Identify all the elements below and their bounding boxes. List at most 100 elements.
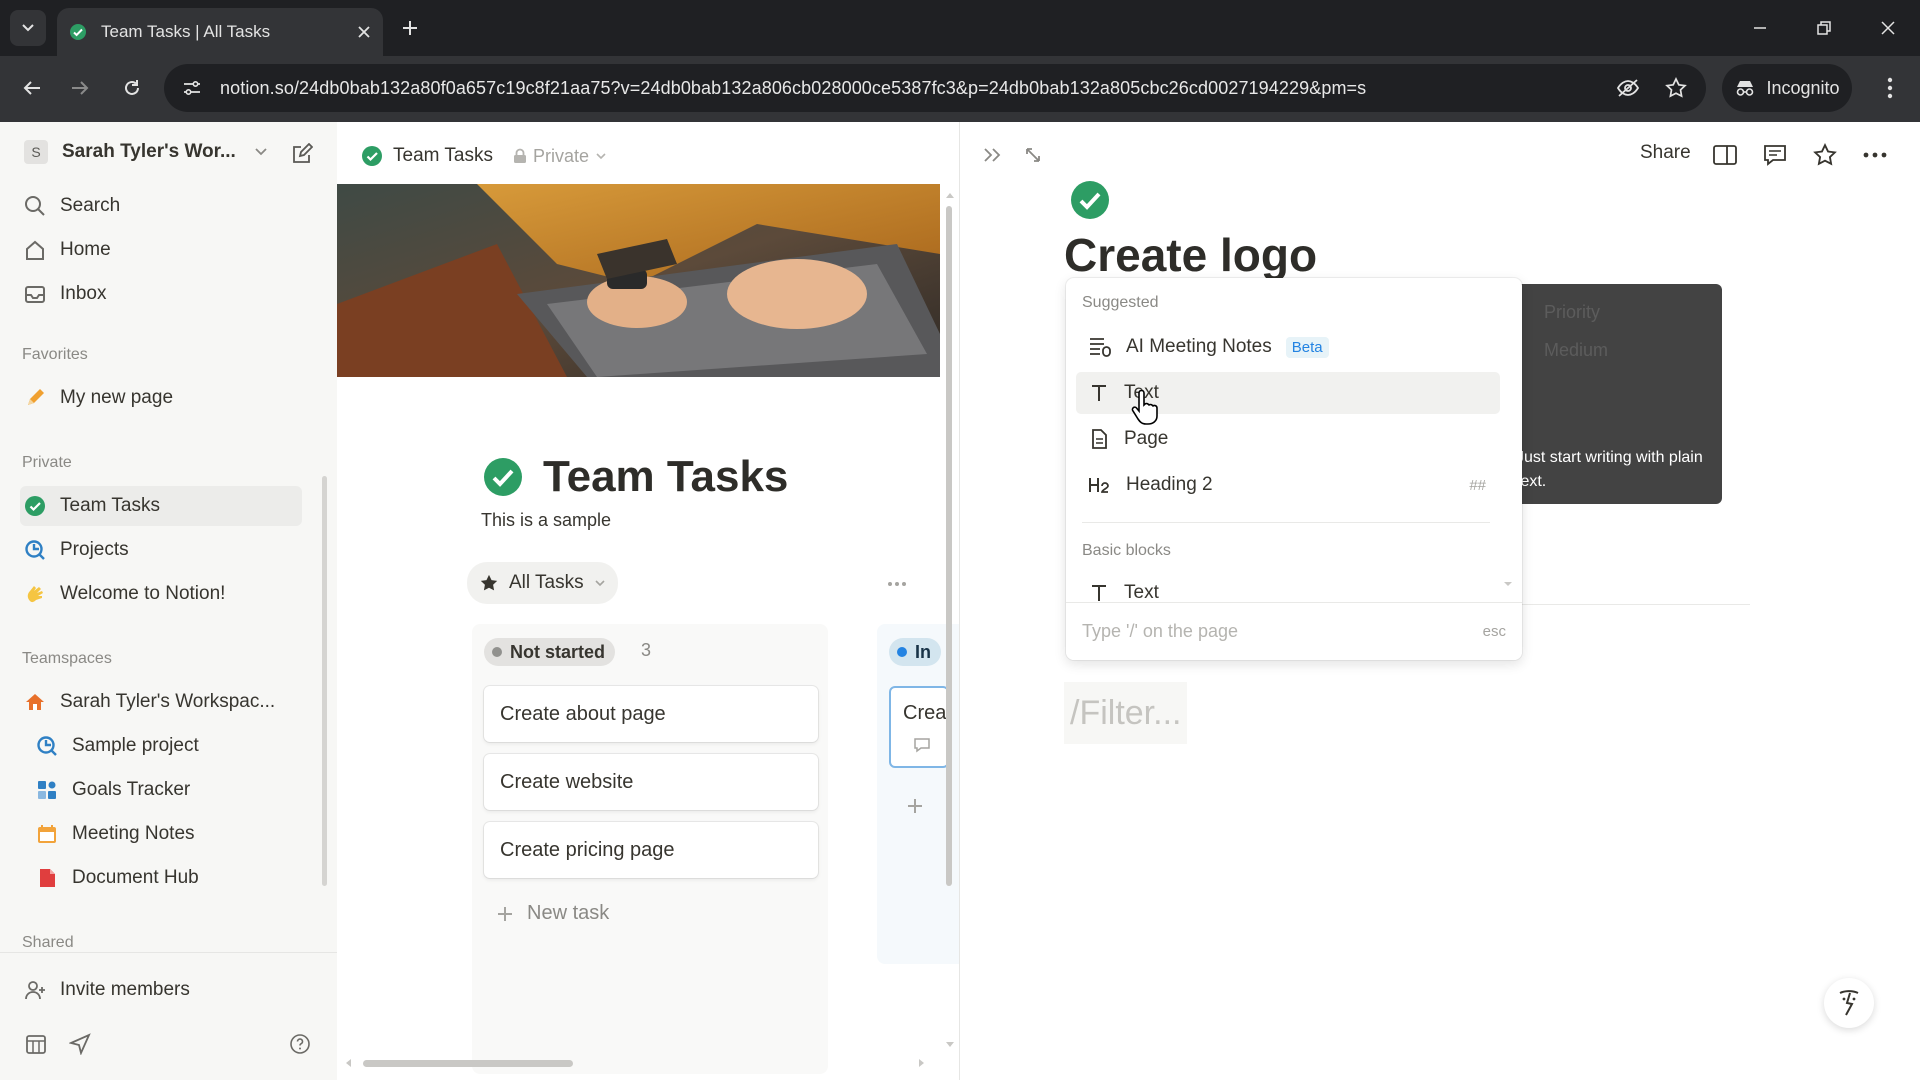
sidebar-item-goals-tracker[interactable]: Goals Tracker bbox=[32, 770, 302, 810]
privacy-dropdown[interactable]: Private bbox=[513, 142, 607, 170]
projects-icon bbox=[25, 540, 45, 560]
check-circle-icon[interactable] bbox=[483, 457, 523, 497]
peek-page-title[interactable]: Create logo bbox=[1064, 228, 1317, 282]
sidebar-item-projects[interactable]: Projects bbox=[20, 530, 302, 570]
check-circle-icon bbox=[362, 146, 382, 166]
close-icon[interactable] bbox=[357, 25, 371, 39]
view-tab-all-tasks[interactable]: All Tasks bbox=[467, 562, 618, 604]
private-heading[interactable]: Private bbox=[22, 454, 72, 472]
forward-button[interactable] bbox=[62, 66, 98, 110]
sidebar-item-label: Meeting Notes bbox=[72, 823, 195, 844]
sidebar-item-team-tasks[interactable]: Team Tasks bbox=[20, 486, 302, 526]
new-tab-button[interactable] bbox=[392, 10, 428, 46]
templates-button[interactable] bbox=[22, 1030, 50, 1058]
status-label: Not started bbox=[510, 641, 606, 662]
more-options-button[interactable] bbox=[1860, 140, 1890, 170]
notion-ai-button[interactable] bbox=[1824, 978, 1874, 1028]
sidebar-item-my-new-page[interactable]: My new page bbox=[20, 378, 302, 418]
comments-button[interactable] bbox=[1760, 140, 1790, 170]
url-bar[interactable]: notion.so/24db0bab132a80f0a657c19c8f21aa… bbox=[164, 64, 1706, 112]
page-icon[interactable] bbox=[1070, 180, 1110, 220]
invite-members-button[interactable]: Invite members bbox=[20, 970, 302, 1010]
peek-mode-button[interactable] bbox=[1710, 140, 1740, 170]
minimize-button[interactable] bbox=[1740, 10, 1780, 46]
workspace-switcher[interactable]: S Sarah Tyler's Wor... bbox=[20, 132, 302, 172]
restore-button[interactable] bbox=[1804, 10, 1844, 46]
send-feedback-button[interactable] bbox=[66, 1030, 94, 1058]
slash-filter-input[interactable]: /Filter... bbox=[1064, 682, 1188, 744]
compose-icon bbox=[293, 143, 313, 163]
scroll-up-icon bbox=[946, 193, 954, 198]
board-card[interactable]: Create website bbox=[484, 754, 818, 810]
site-info-icon[interactable] bbox=[180, 76, 204, 100]
ai-face-icon bbox=[1839, 990, 1859, 1016]
add-user-icon bbox=[25, 981, 45, 1000]
database-page: Team Tasks Private Team Tasks This is a … bbox=[337, 122, 960, 1080]
plus-icon bbox=[908, 799, 922, 813]
favorite-button[interactable] bbox=[1810, 140, 1840, 170]
open-full-page-button[interactable] bbox=[1018, 140, 1048, 170]
sidebar-item-welcome[interactable]: Welcome to Notion! bbox=[20, 574, 302, 614]
cover-image[interactable] bbox=[337, 184, 940, 377]
incognito-indicator[interactable]: Incognito bbox=[1722, 64, 1852, 112]
board-card[interactable]: Create pricing page bbox=[484, 822, 818, 878]
window-close-button[interactable] bbox=[1868, 10, 1908, 46]
add-card-button[interactable] bbox=[903, 794, 927, 818]
tooltip-text: Just start writing with plain text. bbox=[1516, 449, 1703, 490]
browser-tab[interactable]: Team Tasks | All Tasks bbox=[57, 8, 383, 56]
star-icon bbox=[480, 574, 498, 591]
plus-icon bbox=[403, 21, 417, 35]
vertical-scrollbar[interactable] bbox=[943, 184, 955, 1064]
eye-off-icon[interactable] bbox=[1614, 76, 1642, 100]
status-badge[interactable]: Not started bbox=[484, 638, 616, 666]
horizontal-scrollbar[interactable] bbox=[341, 1056, 931, 1070]
sidebar-item-inbox[interactable]: Inbox bbox=[20, 274, 302, 314]
group-count: 3 bbox=[641, 640, 652, 660]
shared-heading[interactable]: Shared bbox=[22, 934, 74, 952]
shortcut-hint: ## bbox=[1469, 476, 1486, 494]
share-button[interactable]: Share bbox=[1640, 142, 1691, 164]
page-description[interactable]: This is a sample bbox=[481, 510, 611, 531]
scroll-left-icon bbox=[346, 1059, 351, 1067]
new-task-label: New task bbox=[527, 902, 610, 924]
menu-item-label: AI Meeting Notes bbox=[1126, 336, 1272, 357]
card-title: Crea bbox=[903, 702, 947, 724]
double-chevron-right-icon bbox=[984, 148, 1001, 162]
help-button[interactable] bbox=[286, 1030, 314, 1058]
sidebar-item-home[interactable]: Home bbox=[20, 230, 302, 270]
status-badge[interactable]: In bbox=[889, 638, 941, 666]
browser-menu-button[interactable] bbox=[1876, 72, 1904, 104]
sidebar-item-sample-project[interactable]: Sample project bbox=[32, 726, 302, 766]
scroll-down-icon bbox=[946, 1042, 954, 1047]
esc-hint[interactable]: esc bbox=[1483, 623, 1506, 640]
sidebar-item-label: Team Tasks bbox=[60, 495, 160, 516]
sidebar-item-label: Goals Tracker bbox=[72, 779, 191, 800]
view-more-button[interactable] bbox=[883, 572, 911, 596]
arrow-right-icon bbox=[72, 81, 89, 95]
close-peek-button[interactable] bbox=[978, 140, 1008, 170]
sidebar-item-teamspace[interactable]: Sarah Tyler's Workspac... bbox=[20, 682, 302, 722]
menu-item-ai-meeting-notes[interactable]: AI Meeting Notes Beta bbox=[1076, 326, 1500, 368]
sidebar-item-search[interactable]: Search bbox=[20, 186, 302, 226]
favorites-heading[interactable]: Favorites bbox=[22, 346, 88, 364]
sidebar-item-document-hub[interactable]: Document Hub bbox=[32, 858, 302, 898]
chevron-down-icon bbox=[255, 148, 267, 156]
page-title[interactable]: Team Tasks bbox=[543, 452, 788, 502]
menu-item-heading-2[interactable]: Heading 2 ## bbox=[1076, 464, 1500, 506]
back-button[interactable] bbox=[14, 66, 50, 110]
board-card[interactable]: Create about page bbox=[484, 686, 818, 742]
teamspaces-heading[interactable]: Teamspaces bbox=[22, 650, 112, 668]
tab-search-button[interactable] bbox=[10, 10, 46, 46]
menu-scroll-down-icon[interactable] bbox=[1502, 580, 1514, 588]
reload-button[interactable] bbox=[114, 66, 150, 110]
bookmark-star-icon[interactable] bbox=[1662, 76, 1690, 100]
view-label: All Tasks bbox=[509, 572, 584, 593]
sidebar-scrollbar[interactable] bbox=[320, 328, 328, 888]
breadcrumb[interactable]: Team Tasks bbox=[361, 142, 493, 170]
new-page-button[interactable] bbox=[288, 140, 316, 168]
menu-divider bbox=[1082, 522, 1490, 523]
new-task-button[interactable]: New task bbox=[497, 902, 609, 925]
board-card[interactable]: Crea bbox=[889, 686, 949, 768]
plus-icon bbox=[498, 906, 512, 921]
sidebar-item-meeting-notes[interactable]: Meeting Notes bbox=[32, 814, 302, 854]
